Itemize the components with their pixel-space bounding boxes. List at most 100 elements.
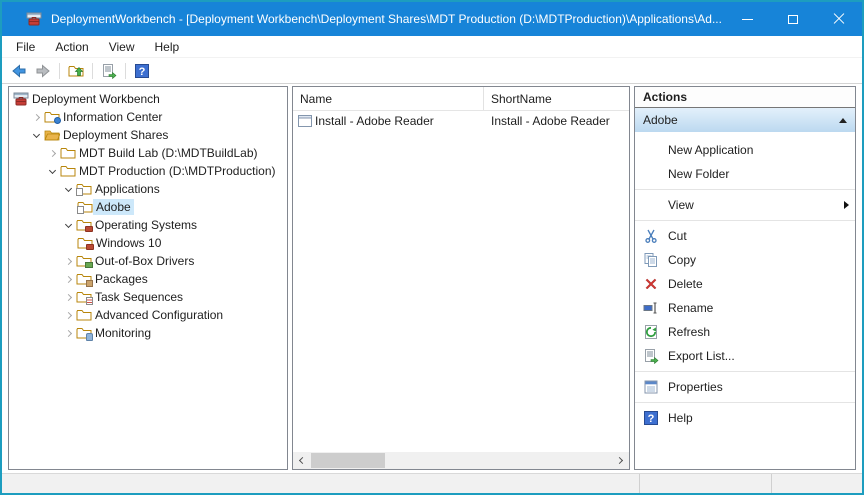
tree-item-label: Windows 10 <box>93 235 164 251</box>
up-one-level-button[interactable] <box>64 60 88 82</box>
tree-item-label: Packages <box>92 271 151 287</box>
forward-button[interactable] <box>31 60 55 82</box>
chevron-down-icon[interactable] <box>61 180 76 198</box>
back-button[interactable] <box>7 60 31 82</box>
content-area: Deployment Workbench Information Center … <box>2 84 862 473</box>
menu-action[interactable]: Action <box>45 38 98 56</box>
chevron-right-icon[interactable] <box>61 306 76 324</box>
actions-list: New Application New Folder View Cut <box>635 132 855 430</box>
toolbar-separator <box>125 63 126 79</box>
action-export-list[interactable]: Export List... <box>635 344 855 368</box>
scroll-right-arrow[interactable] <box>612 452 629 469</box>
tree-item-monitoring[interactable]: Monitoring <box>9 324 287 342</box>
tree-item-task-sequences[interactable]: Task Sequences <box>9 288 287 306</box>
menu-view[interactable]: View <box>99 38 145 56</box>
minimize-button[interactable] <box>724 2 770 36</box>
action-copy[interactable]: Copy <box>635 248 855 272</box>
action-new-folder[interactable]: New Folder <box>635 162 855 186</box>
chevron-right-icon[interactable] <box>61 252 76 270</box>
window-title: DeploymentWorkbench - [Deployment Workbe… <box>51 12 724 26</box>
toolbar <box>2 58 862 84</box>
folder-task-icon <box>76 289 92 305</box>
console-tree-pane: Deployment Workbench Information Center … <box>8 86 288 470</box>
folder-driver-icon <box>76 253 92 269</box>
chevron-down-icon[interactable] <box>45 162 60 180</box>
maximize-button[interactable] <box>770 2 816 36</box>
menu-help[interactable]: Help <box>145 38 190 56</box>
tree-item-packages[interactable]: Packages <box>9 270 287 288</box>
help-icon <box>134 63 150 79</box>
chevron-right-icon[interactable] <box>61 270 76 288</box>
action-new-application[interactable]: New Application <box>635 138 855 162</box>
workbench-icon <box>13 91 29 107</box>
help-button[interactable] <box>130 60 154 82</box>
tree-item-mdt-build-lab[interactable]: MDT Build Lab (D:\MDTBuildLab) <box>9 144 287 162</box>
minimize-icon <box>742 19 753 20</box>
status-segment <box>2 474 639 493</box>
chevron-down-icon[interactable] <box>61 216 76 234</box>
delete-icon <box>643 276 659 292</box>
list-row-install-adobe-reader[interactable]: Install - Adobe Reader Install - Adobe R… <box>293 111 629 131</box>
copy-icon <box>643 252 659 268</box>
actions-separator <box>635 220 855 221</box>
folder-page-icon <box>77 199 93 215</box>
tree-item-label: Adobe <box>93 199 134 215</box>
tree-item-mdt-production[interactable]: MDT Production (D:\MDTProduction) <box>9 162 287 180</box>
folder-os-icon <box>76 217 92 233</box>
menu-file[interactable]: File <box>6 38 45 56</box>
chevron-right-icon[interactable] <box>45 144 60 162</box>
action-properties[interactable]: Properties <box>635 375 855 399</box>
tree-item-operating-systems[interactable]: Operating Systems <box>9 216 287 234</box>
results-list-pane: Name ShortName Install - Adobe Reader In… <box>292 86 630 470</box>
action-label: New Folder <box>668 167 729 181</box>
action-label: New Application <box>668 143 753 157</box>
toolbar-separator <box>92 63 93 79</box>
column-header-name[interactable]: Name <box>293 87 484 110</box>
column-header-shortname[interactable]: ShortName <box>484 87 629 110</box>
tree-item-label: Monitoring <box>92 325 154 341</box>
export-list-button[interactable] <box>97 60 121 82</box>
actions-group-header-adobe[interactable]: Adobe <box>635 108 855 132</box>
action-label: Export List... <box>668 349 735 363</box>
deployment-workbench-window: DeploymentWorkbench - [Deployment Workbe… <box>0 0 864 495</box>
back-icon <box>11 63 27 79</box>
folder-package-icon <box>76 271 92 287</box>
tree-item-out-of-box-drivers[interactable]: Out-of-Box Drivers <box>9 252 287 270</box>
tree-item-label: Deployment Workbench <box>29 91 163 107</box>
folder-icon <box>76 307 92 323</box>
tree-item-advanced-configuration[interactable]: Advanced Configuration <box>9 306 287 324</box>
tree-item-windows-10[interactable]: Windows 10 <box>9 234 287 252</box>
tree-item-applications[interactable]: Applications <box>9 180 287 198</box>
tree-item-information-center[interactable]: Information Center <box>9 108 287 126</box>
action-cut[interactable]: Cut <box>635 224 855 248</box>
action-label: Delete <box>668 277 703 291</box>
action-delete[interactable]: Delete <box>635 272 855 296</box>
chevron-right-icon[interactable] <box>29 108 44 126</box>
folder-icon <box>60 163 76 179</box>
maximize-icon <box>788 15 798 24</box>
folder-open-icon <box>44 127 60 143</box>
action-rename[interactable]: Rename <box>635 296 855 320</box>
chevron-right-icon[interactable] <box>61 288 76 306</box>
chevron-up-icon[interactable] <box>839 118 847 123</box>
action-label: Help <box>668 411 693 425</box>
action-view[interactable]: View <box>635 193 855 217</box>
application-window-icon <box>297 113 313 129</box>
action-refresh[interactable]: Refresh <box>635 320 855 344</box>
close-button[interactable] <box>816 2 862 36</box>
mmc-console-icon <box>26 11 42 27</box>
action-help[interactable]: Help <box>635 406 855 430</box>
scroll-left-arrow[interactable] <box>293 452 310 469</box>
scrollbar-thumb[interactable] <box>311 453 385 468</box>
actions-separator <box>635 371 855 372</box>
status-segment <box>771 474 862 493</box>
tree-item-adobe[interactable]: Adobe <box>9 198 287 216</box>
chevron-down-icon[interactable] <box>29 126 44 144</box>
export-list-icon <box>643 348 659 364</box>
tree-item-deployment-workbench[interactable]: Deployment Workbench <box>9 90 287 108</box>
horizontal-scrollbar[interactable] <box>293 452 629 469</box>
menu-bar: File Action View Help <box>2 36 862 58</box>
tree-item-deployment-shares[interactable]: Deployment Shares <box>9 126 287 144</box>
status-segment <box>639 474 771 493</box>
chevron-right-icon[interactable] <box>61 324 76 342</box>
